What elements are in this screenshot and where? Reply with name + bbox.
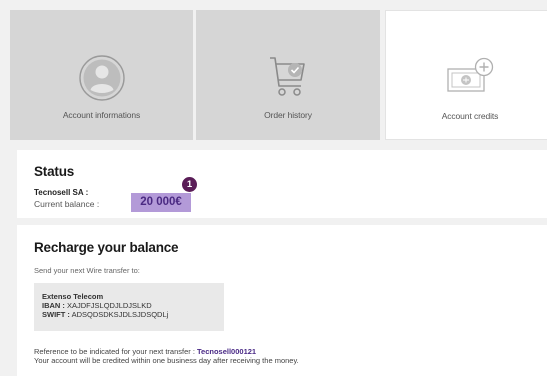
status-title: Status (34, 164, 75, 179)
swift-value: ADSQDSDKSJDLSJDSQDLj (71, 310, 169, 319)
swift-label: SWIFT : (42, 310, 70, 319)
tab-account-credits[interactable]: Account credits (385, 10, 547, 140)
swift-line: SWIFT : ADSQDSDKSJDLSJDSQDLj (42, 310, 168, 319)
current-balance-label: Current balance : (34, 199, 100, 209)
callout-marker: 1 (182, 177, 197, 192)
iban-value: XAJDFJSLQDJLDJSLKD (67, 301, 152, 310)
bank-name: Extenso Telecom (42, 292, 104, 301)
iban-line: IBAN : XAJDFJSLQDJLDJSLKD (42, 301, 152, 310)
iban-label: IBAN : (42, 301, 65, 310)
cart-check-icon (196, 52, 380, 104)
reference-code: Tecnosell000121 (197, 347, 257, 356)
tab-account-informations[interactable]: Account informations (10, 10, 193, 140)
credit-note: Your account will be credited within one… (34, 356, 299, 365)
reference-line: Reference to be indicated for your next … (34, 347, 256, 356)
tab-label: Account credits (441, 111, 499, 121)
recharge-section: Recharge your balance Send your next Wir… (17, 225, 547, 376)
reference-text: Reference to be indicated for your next … (34, 347, 195, 356)
tab-order-history[interactable]: Order history (196, 10, 380, 140)
status-section: Status Tecnosell SA : Current balance : … (17, 150, 547, 218)
tab-label: Account informations (62, 110, 141, 120)
current-balance-value: 20 000€ (131, 193, 191, 212)
add-credit-icon (386, 53, 547, 105)
account-tabs: Account informations Order history Accou… (8, 10, 547, 142)
bank-details-box: Extenso Telecom IBAN : XAJDFJSLQDJLDJSLK… (34, 283, 224, 331)
user-icon (10, 52, 193, 104)
recharge-title: Recharge your balance (34, 240, 179, 255)
company-name: Tecnosell SA : (34, 188, 89, 197)
send-to-text: Send your next Wire transfer to: (34, 266, 140, 275)
tab-label: Order history (264, 110, 312, 120)
